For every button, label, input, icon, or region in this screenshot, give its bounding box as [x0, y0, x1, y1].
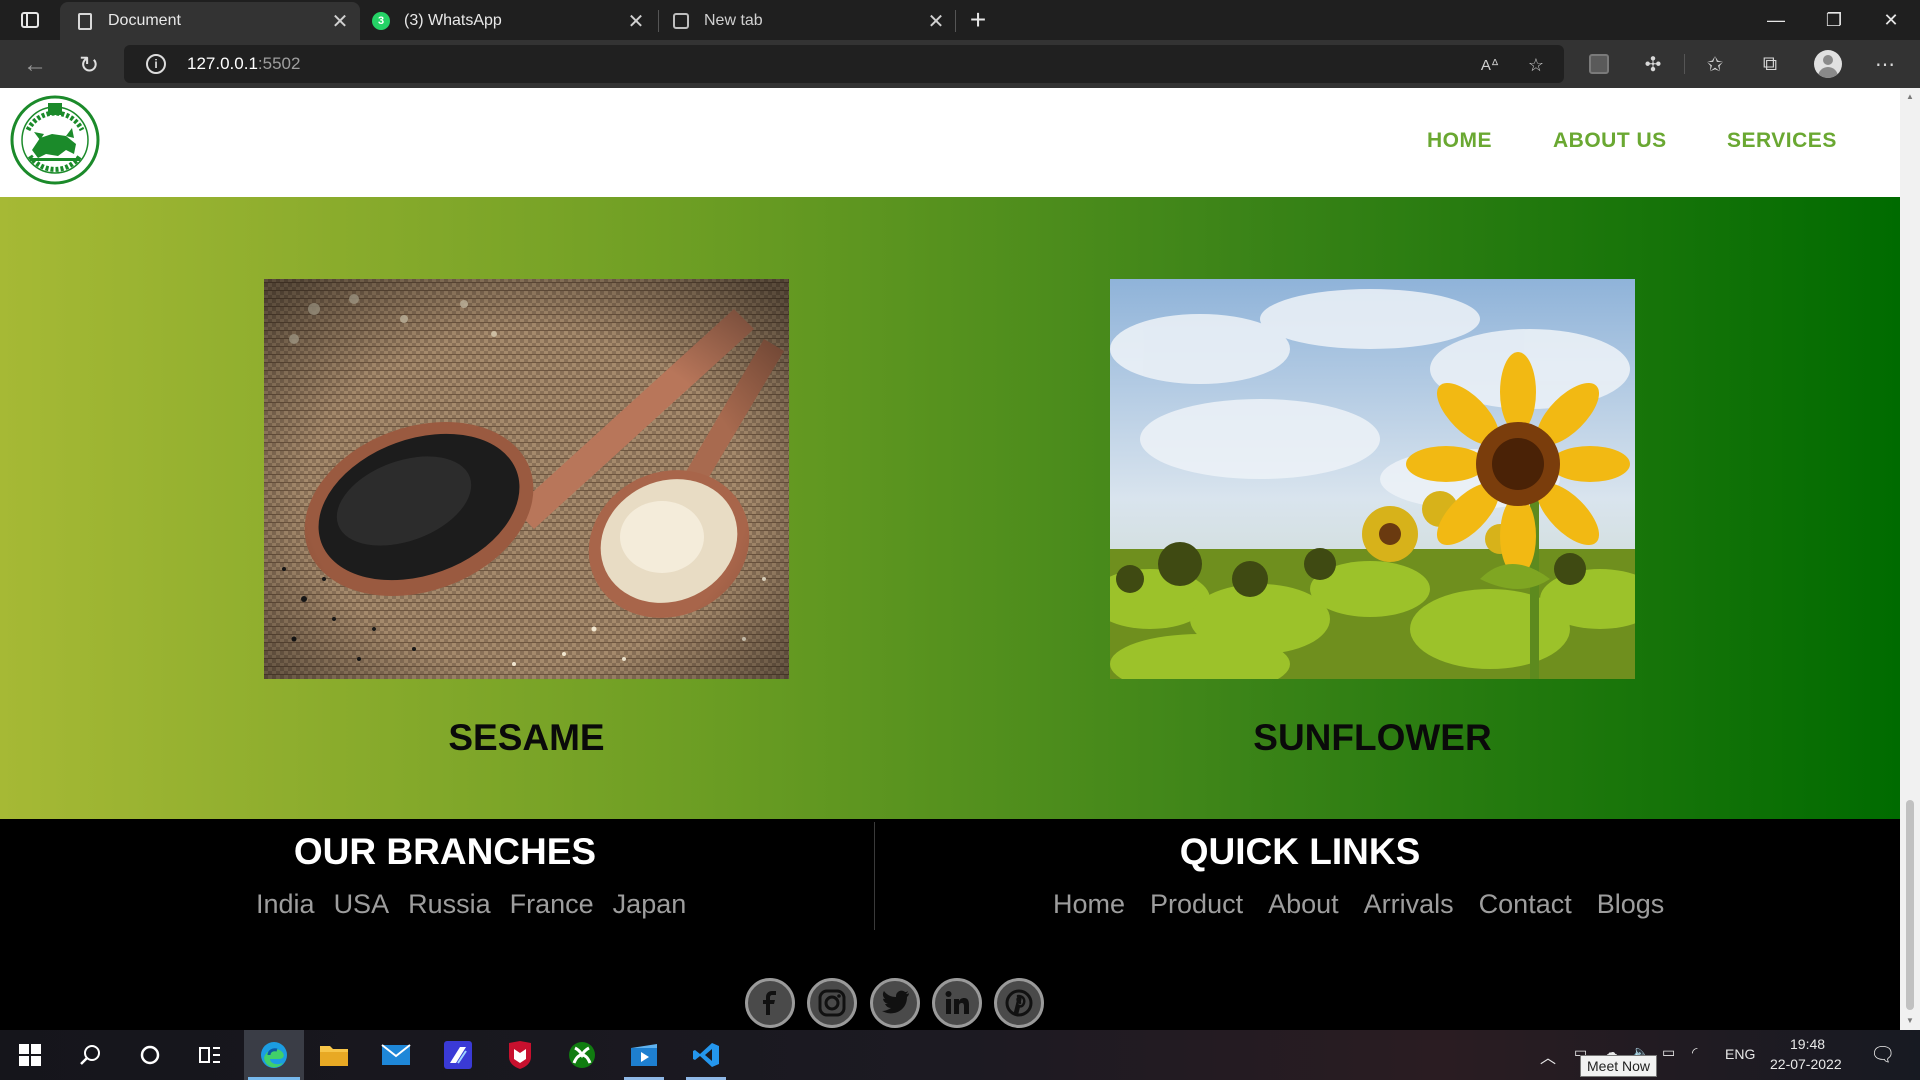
whatsapp-icon: 3	[372, 12, 390, 30]
product-name-sunflower: SUNFLOWER	[1253, 717, 1492, 758]
windows-start-icon[interactable]	[0, 1030, 60, 1080]
document-icon	[76, 12, 94, 30]
close-tab-icon[interactable]: ✕	[326, 7, 354, 35]
add-favorite-icon[interactable]: ☆	[1524, 53, 1548, 77]
tab-actions-icon[interactable]	[10, 6, 50, 34]
back-icon[interactable]: ←	[18, 48, 52, 82]
odisha-emblem-logo[interactable]	[10, 94, 100, 186]
quick-link-blogs[interactable]: Blogs	[1597, 889, 1665, 920]
wifi-icon[interactable]: ◜	[1692, 1044, 1697, 1061]
mail-icon[interactable]	[366, 1030, 426, 1080]
minimize-icon[interactable]: —	[1747, 0, 1805, 40]
vscode-icon[interactable]	[676, 1030, 736, 1080]
product-name-sesame: SESAME	[448, 717, 605, 758]
close-tab-icon[interactable]: ✕	[922, 7, 950, 35]
tab-title: New tab	[704, 12, 763, 29]
restore-icon[interactable]: ❐	[1805, 0, 1863, 40]
site-info-icon[interactable]: i	[146, 54, 166, 74]
footer-divider	[874, 822, 875, 930]
collections-icon[interactable]: ⧉	[1755, 49, 1785, 79]
page-scrollbar[interactable]: ▲ ▼	[1900, 88, 1920, 1030]
movies-tv-icon[interactable]	[614, 1030, 674, 1080]
branches-list: India USA Russia France Japan	[256, 889, 686, 920]
facebook-icon[interactable]	[745, 978, 795, 1028]
edge-browser-icon[interactable]	[244, 1030, 304, 1080]
scroll-down-arrow-icon[interactable]: ▼	[1905, 1016, 1915, 1025]
clock-date[interactable]: 22-07-2022	[1770, 1056, 1842, 1072]
clock-time[interactable]: 19:48	[1790, 1036, 1825, 1052]
tab-title: Document	[108, 12, 181, 29]
quick-link-arrivals[interactable]: Arrivals	[1364, 889, 1454, 920]
nav-home[interactable]: HOME	[1427, 129, 1492, 153]
page-viewport: HOME ABOUT US SERVICES SESAME SUNFLOWER …	[0, 88, 1900, 1030]
notifications-icon[interactable]: 🗨	[1870, 1042, 1895, 1067]
browser-toolbar: ← ↻ i 127.0.0.1:5502 Aᐞ ☆ ✣ ✩ ⧉ ⋯	[0, 40, 1920, 88]
tab-whatsapp[interactable]: 3 (3) WhatsApp ✕	[360, 2, 656, 40]
close-tab-icon[interactable]: ✕	[622, 7, 650, 35]
new-tab-button[interactable]: +	[964, 4, 992, 35]
tab-title: (3) WhatsApp	[404, 12, 502, 29]
branch-france[interactable]: France	[510, 889, 594, 920]
quick-links-heading: QUICK LINKS	[1179, 831, 1421, 872]
cortana-icon[interactable]	[120, 1030, 180, 1080]
sunflower-image	[1110, 279, 1635, 679]
branch-india[interactable]: India	[256, 889, 315, 920]
branch-russia[interactable]: Russia	[408, 889, 491, 920]
meet-now-tooltip: Meet Now	[1580, 1055, 1658, 1077]
branch-japan[interactable]: Japan	[613, 889, 687, 920]
address-bar[interactable]: i 127.0.0.1:5502 Aᐞ ☆	[124, 45, 1564, 83]
power-automate-icon[interactable]	[428, 1030, 488, 1080]
search-icon[interactable]	[60, 1030, 120, 1080]
file-explorer-icon[interactable]	[304, 1030, 364, 1080]
sesame-image	[264, 279, 789, 679]
url-text[interactable]: 127.0.0.1:5502	[187, 54, 300, 74]
input-language[interactable]: ENG	[1725, 1046, 1755, 1062]
site-header: HOME ABOUT US SERVICES	[0, 88, 1900, 197]
show-hidden-icons-icon[interactable]: ︿	[1540, 1044, 1556, 1068]
read-aloud-icon[interactable]: Aᐞ	[1478, 53, 1502, 77]
browser-title-bar: Document ✕ 3 (3) WhatsApp ✕ New tab ✕ + …	[0, 0, 1920, 40]
refresh-icon[interactable]: ↻	[72, 48, 106, 82]
quick-links-list: Home Product About Arrivals Contact Blog…	[1053, 889, 1664, 920]
profile-avatar[interactable]	[1814, 50, 1842, 78]
nav-about-us[interactable]: ABOUT US	[1553, 129, 1667, 153]
quick-link-home[interactable]: Home	[1053, 889, 1125, 920]
close-window-icon[interactable]: ✕	[1862, 0, 1920, 40]
xbox-icon[interactable]	[552, 1030, 612, 1080]
more-options-icon[interactable]: ⋯	[1870, 49, 1900, 79]
site-footer: OUR BRANCHES India USA Russia France Jap…	[0, 819, 1900, 1030]
task-view-icon[interactable]	[180, 1030, 240, 1080]
branch-usa[interactable]: USA	[334, 889, 390, 920]
twitter-icon[interactable]	[870, 978, 920, 1028]
new-tab-page-icon	[672, 12, 690, 30]
extension-square-icon[interactable]	[1584, 49, 1614, 79]
tab-separator	[658, 10, 659, 32]
tab-document[interactable]: Document ✕	[60, 2, 360, 40]
extensions-icon[interactable]: ✣	[1638, 49, 1668, 79]
scroll-thumb[interactable]	[1906, 800, 1914, 1010]
scroll-up-arrow-icon[interactable]: ▲	[1905, 92, 1915, 101]
quick-link-about[interactable]: About	[1268, 889, 1339, 920]
linkedin-icon[interactable]	[932, 978, 982, 1028]
quick-link-contact[interactable]: Contact	[1479, 889, 1572, 920]
products-section: SESAME SUNFLOWER	[0, 197, 1900, 819]
quick-link-product[interactable]: Product	[1150, 889, 1243, 920]
favorites-icon[interactable]: ✩	[1700, 49, 1730, 79]
mcafee-icon[interactable]	[490, 1030, 550, 1080]
toolbar-divider	[1684, 54, 1685, 74]
branches-heading: OUR BRANCHES	[293, 831, 597, 872]
battery-icon[interactable]: ▭	[1662, 1044, 1675, 1061]
tab-separator	[955, 10, 956, 32]
nav-services[interactable]: SERVICES	[1727, 129, 1837, 153]
instagram-icon[interactable]	[807, 978, 857, 1028]
pinterest-icon[interactable]	[994, 978, 1044, 1028]
tab-new-tab[interactable]: New tab ✕	[660, 2, 956, 40]
